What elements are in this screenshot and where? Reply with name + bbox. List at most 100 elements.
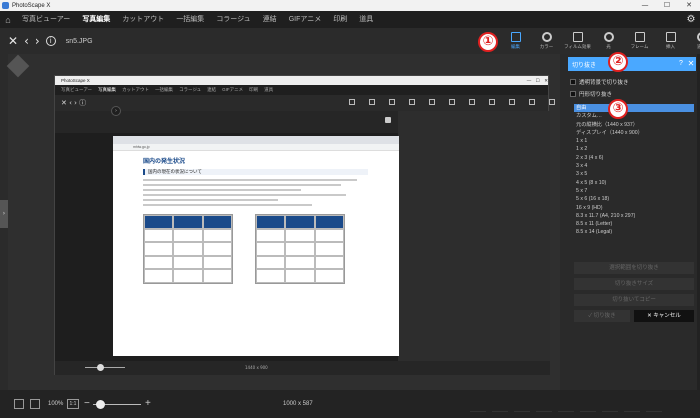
- more-icon[interactable]: [646, 394, 662, 412]
- tools-icon: [696, 32, 700, 42]
- copy-icon[interactable]: [580, 394, 596, 412]
- crop-option[interactable]: 5 x 6 (16 x 18): [574, 195, 694, 203]
- inner-nav-circle: ›: [111, 106, 121, 116]
- crop-option[interactable]: カスタム…: [574, 112, 694, 120]
- status-bar: 100% 1:1 − + 1000 x 587: [0, 390, 700, 418]
- inner-browser: mhlw.go.jp 国内の発生状況 国内の現在の状況について: [113, 136, 399, 356]
- file-name: sn5.JPG: [65, 37, 93, 45]
- crop-option[interactable]: 1 x 1: [574, 137, 694, 145]
- editor-toolbar: ✕ ‹ › i sn5.JPG 編集 カラー フィルム効果 光 フレーム 挿入 …: [0, 28, 700, 54]
- tool-tools[interactable]: 道具: [686, 28, 700, 54]
- split-view-icon[interactable]: [30, 399, 40, 409]
- tool-film[interactable]: フィルム効果: [562, 28, 593, 54]
- inner-table: [255, 214, 345, 284]
- crop-option[interactable]: 8.3 x 11.7 (A4, 210 x 297): [574, 212, 694, 220]
- tab-batch[interactable]: 一括編集: [170, 11, 210, 28]
- annotation-badge-2: ②: [608, 52, 628, 72]
- inner-tool-icons: [345, 95, 579, 109]
- crop-option[interactable]: 3 x 4: [574, 162, 694, 170]
- cancel-button[interactable]: ✕ キャンセル: [634, 310, 694, 322]
- tab-collage[interactable]: コラージュ: [210, 11, 256, 28]
- tool-frame[interactable]: フレーム: [624, 28, 655, 54]
- grid-icon[interactable]: [14, 399, 24, 409]
- undo-icon[interactable]: [470, 394, 486, 412]
- zoom-in-icon[interactable]: +: [145, 398, 151, 409]
- inner-subheading: 国内の現在の状況について: [143, 169, 368, 175]
- main-tabs: ⌂ 写真ビューアー 写真編集 カットアウト 一括編集 コラージュ 連結 GIFア…: [0, 11, 700, 28]
- crop-option[interactable]: 8.5 x 11 (Letter): [574, 220, 694, 228]
- image-dimensions: 1000 x 587: [283, 401, 313, 407]
- tab-tools[interactable]: 道具: [353, 11, 379, 28]
- actual-size-button[interactable]: 1:1: [67, 399, 79, 409]
- app-icon: [2, 2, 9, 9]
- crop-option[interactable]: 自由: [574, 104, 694, 113]
- redo-icon[interactable]: [492, 394, 508, 412]
- tab-viewer[interactable]: 写真ビューアー: [16, 11, 76, 28]
- inner-heading: 国内の発生状況: [143, 159, 186, 165]
- tab-gif[interactable]: GIFアニメ: [283, 11, 328, 28]
- crop-option[interactable]: 1 x 2: [574, 145, 694, 153]
- info-icon[interactable]: i: [45, 36, 56, 46]
- inner-side-panel: [398, 111, 550, 361]
- crop-ratio-list: 自由 カスタム… 元の縦横比（1440 x 937） ディスプレイ（1440 x…: [574, 104, 694, 237]
- crop-panel-header: 切り抜き ? ✕: [568, 57, 696, 71]
- tool-insert[interactable]: 挿入: [655, 28, 686, 54]
- light-icon: [603, 32, 614, 42]
- crop-size-button[interactable]: 切り抜きサイズ: [574, 278, 694, 290]
- crop-option[interactable]: ディスプレイ（1440 x 900）: [574, 129, 694, 137]
- share-icon[interactable]: [602, 394, 618, 412]
- crop-option[interactable]: 3 x 5: [574, 170, 694, 178]
- inner-status-bar: 1440 x 900: [55, 361, 550, 375]
- crop-copy-button[interactable]: 切り抜いてコピー: [574, 294, 694, 306]
- close-icon[interactable]: ✕: [678, 0, 700, 11]
- compare-icon[interactable]: [536, 394, 552, 412]
- help-icon[interactable]: ?: [676, 59, 686, 69]
- zoom-out-icon[interactable]: −: [84, 398, 90, 409]
- home-icon[interactable]: ⌂: [0, 11, 16, 28]
- next-icon[interactable]: ›: [35, 34, 40, 48]
- tool-group: 編集 カラー フィルム効果 光 フレーム 挿入 道具: [500, 28, 700, 54]
- zoom-slider-knob[interactable]: [96, 400, 105, 409]
- edited-image: PhotoScape X — ☐ ✕ 写真ビューアー 写真編集 カットアウト 一括…: [54, 75, 575, 375]
- left-panel-handle[interactable]: ›: [0, 200, 8, 228]
- edit-icon: [510, 32, 521, 42]
- maximize-icon[interactable]: ☐: [656, 0, 678, 11]
- crop-ok-button[interactable]: ✓ 切り抜き: [574, 310, 630, 322]
- bottom-actions: [470, 394, 662, 412]
- tool-color[interactable]: カラー: [531, 28, 562, 54]
- gear-icon[interactable]: ⚙: [682, 14, 700, 25]
- close-panel-icon[interactable]: ✕: [686, 59, 696, 69]
- color-icon: [541, 32, 552, 42]
- tab-combine[interactable]: 連結: [257, 11, 283, 28]
- film-icon: [572, 32, 583, 42]
- inner-title-bar: PhotoScape X — ☐ ✕: [55, 76, 548, 85]
- crop-selection-button[interactable]: 選択範囲を切り抜き: [574, 262, 694, 274]
- tab-print[interactable]: 印刷: [327, 11, 353, 28]
- annotation-badge-3: ③: [608, 99, 628, 119]
- inner-url: mhlw.go.jp: [113, 144, 399, 151]
- inner-tabs: 写真ビューアー 写真編集 カットアウト 一括編集 コラージュ 連結 GIFアニメ…: [55, 85, 548, 95]
- crop-panel: 切り抜き ? ✕ 透明背景で切り抜き 円形切り抜き 自由 カスタム… 元の縦横比…: [560, 54, 700, 390]
- inner-table: [143, 214, 233, 284]
- title-bar: PhotoScape X — ☐ ✕: [0, 0, 700, 11]
- crop-option[interactable]: 5 x 7: [574, 187, 694, 195]
- close-image-icon[interactable]: ✕: [8, 34, 18, 48]
- tool-edit[interactable]: 編集: [500, 28, 531, 54]
- revert-icon[interactable]: [514, 394, 530, 412]
- crop-option[interactable]: 8.5 x 14 (Legal): [574, 228, 694, 236]
- window-title: PhotoScape X: [12, 2, 51, 9]
- tool-light[interactable]: 光: [593, 28, 624, 54]
- minimize-icon[interactable]: —: [634, 0, 656, 11]
- prev-icon[interactable]: ‹: [24, 34, 29, 48]
- crop-option[interactable]: 元の縦横比（1440 x 937）: [574, 121, 694, 129]
- crop-option[interactable]: 2 x 3 (4 x 6): [574, 154, 694, 162]
- transparent-crop-checkbox[interactable]: 透明背景で切り抜き: [570, 78, 629, 86]
- annotation-badge-1: ①: [478, 32, 498, 52]
- circle-crop-checkbox[interactable]: 円形切り抜き: [570, 90, 612, 98]
- crop-option[interactable]: 16 x 9 (HD): [574, 204, 694, 212]
- tab-editor[interactable]: 写真編集: [76, 11, 116, 28]
- save-icon[interactable]: [624, 394, 640, 412]
- crop-option[interactable]: 4 x 5 (8 x 10): [574, 179, 694, 187]
- tab-cutout[interactable]: カットアウト: [116, 11, 170, 28]
- history-icon[interactable]: [558, 394, 574, 412]
